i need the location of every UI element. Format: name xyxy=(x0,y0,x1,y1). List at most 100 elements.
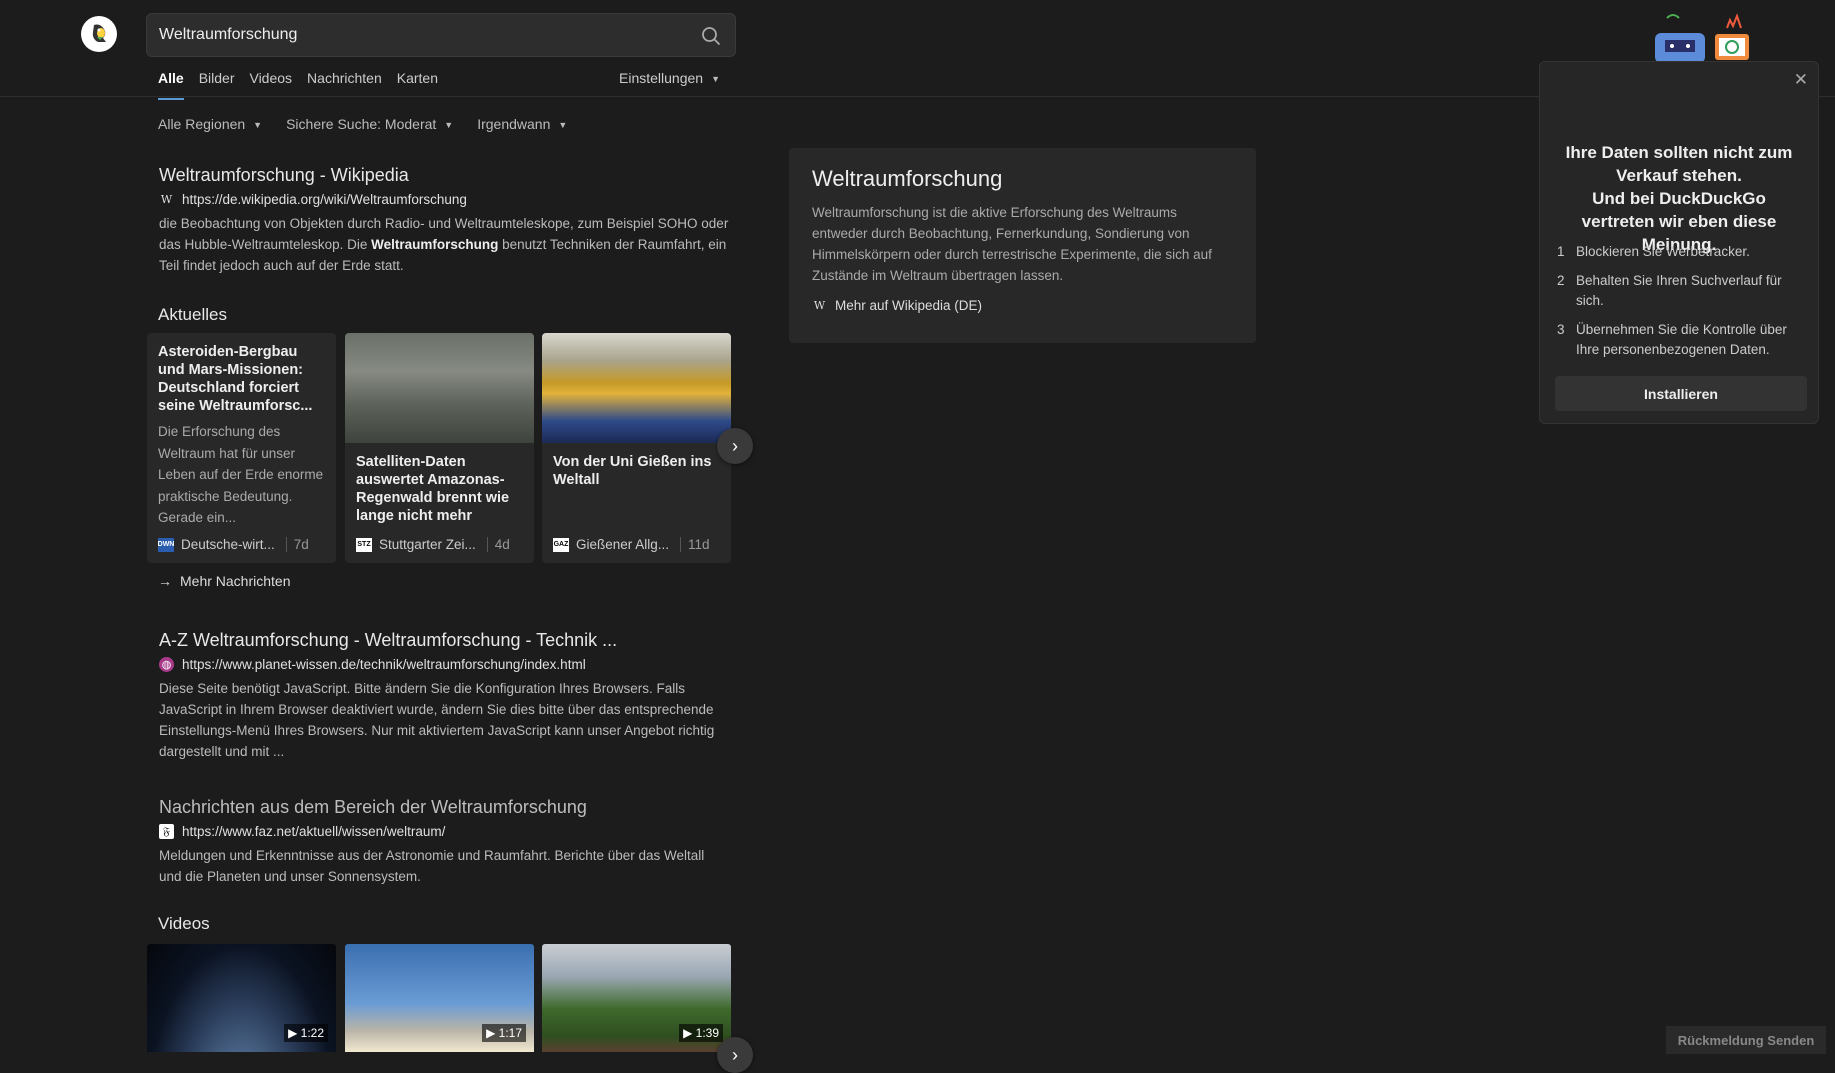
news-age: 4d xyxy=(486,537,510,552)
result-url-text: https://www.planet-wissen.de/technik/wel… xyxy=(182,657,586,672)
promo-panel: ✕ Ihre Daten sollten nicht zum Verkauf s… xyxy=(1539,61,1819,424)
news-title: Von der Uni Gießen ins Weltall xyxy=(553,454,712,488)
videos-next-arrow-icon[interactable]: › xyxy=(717,1037,753,1073)
promo-title-line: Ihre Daten sollten nicht zum Verkauf ste… xyxy=(1565,143,1793,185)
video-card[interactable]: ▶ 1:17 xyxy=(345,944,534,1052)
news-card[interactable]: Asteroiden-Bergbau und Mars-Missionen: D… xyxy=(147,333,336,563)
news-thumbnail xyxy=(542,333,731,443)
region-filter[interactable]: Alle Regionen ▼ xyxy=(158,116,262,132)
promo-item-text: Blockieren Sie Werbetracker. xyxy=(1576,244,1750,259)
search-result: A-Z Weltraumforschung - Weltraumforschun… xyxy=(159,630,729,762)
safe-search-label: Sichere Suche: Moderat xyxy=(286,116,437,132)
video-duration-text: 1:39 xyxy=(695,1026,719,1040)
news-next-arrow-icon[interactable]: › xyxy=(717,428,753,464)
search-tabs: Alle Bilder Videos Nachrichten Karten xyxy=(158,70,438,100)
promo-list: 1 Blockieren Sie Werbetracker. 2 Behalten … xyxy=(1557,242,1807,369)
news-heading: Aktuelles xyxy=(158,305,227,324)
caret-down-icon: ▼ xyxy=(558,120,568,131)
knowledge-snippet: Weltraumforschung ist die aktive Erforsc… xyxy=(812,205,1212,283)
source-logo-icon: GAZ xyxy=(553,537,569,552)
promo-item-text: Übernehmen Sie die Kontrolle über Ihre p… xyxy=(1576,322,1787,357)
video-duration: ▶ 1:22 xyxy=(284,1024,328,1042)
video-duration: ▶ 1:39 xyxy=(679,1024,723,1042)
search-input[interactable]: Weltraumforschung xyxy=(159,26,297,44)
tab-videos[interactable]: Videos xyxy=(249,70,292,100)
result-title-link[interactable]: Nachrichten aus dem Bereich der Weltraum… xyxy=(159,797,729,818)
video-card[interactable]: ▶ 1:39 xyxy=(542,944,731,1052)
wikipedia-icon: W xyxy=(813,299,826,312)
search-box[interactable]: Weltraumforschung xyxy=(146,13,736,57)
promo-list-item: 1 Blockieren Sie Werbetracker. xyxy=(1557,242,1807,262)
close-icon[interactable]: ✕ xyxy=(1794,70,1808,90)
time-filter[interactable]: Irgendwann ▼ xyxy=(477,116,567,132)
caret-down-icon: ▼ xyxy=(253,120,263,131)
safe-search-filter[interactable]: Sichere Suche: Moderat ▼ xyxy=(286,116,453,132)
more-news-label: Mehr Nachrichten xyxy=(180,573,291,589)
wikipedia-icon: W xyxy=(160,193,173,206)
video-duration: ▶ 1:17 xyxy=(482,1024,526,1042)
caret-down-icon: ▼ xyxy=(711,74,720,85)
install-button[interactable]: Installieren xyxy=(1555,376,1807,411)
settings-dropdown[interactable]: Einstellungen ▼ xyxy=(619,70,720,86)
tab-bilder[interactable]: Bilder xyxy=(199,70,235,100)
news-source: GAZ Gießener Allg... 11d xyxy=(553,537,710,552)
news-source-name: Stuttgarter Zei... xyxy=(379,537,476,552)
result-title-link[interactable]: Weltraumforschung - Wikipedia xyxy=(159,165,729,186)
duckduckgo-logo[interactable] xyxy=(81,16,117,52)
result-url[interactable]: ◍ https://www.planet-wissen.de/technik/w… xyxy=(159,657,729,672)
source-logo-icon: DWN xyxy=(158,537,174,552)
region-filter-label: Alle Regionen xyxy=(158,116,246,132)
news-thumbnail xyxy=(345,333,534,443)
result-url[interactable]: W https://de.wikipedia.org/wiki/Weltraum… xyxy=(159,192,729,207)
news-title: Satelliten-Daten auswertet Amazonas-Rege… xyxy=(356,454,510,524)
videos-heading: Videos xyxy=(158,914,210,933)
search-result: Weltraumforschung - Wikipedia W https://… xyxy=(159,165,729,276)
news-source: STZ Stuttgarter Zei... 4d xyxy=(356,537,510,552)
caret-down-icon: ▼ xyxy=(444,120,454,131)
tab-alle[interactable]: Alle xyxy=(158,70,184,100)
news-source-name: Deutsche-wirt... xyxy=(181,537,275,552)
source-logo-icon: STZ xyxy=(356,537,372,552)
duck-icon xyxy=(85,20,113,48)
knowledge-panel: Weltraumforschung Weltraumforschung ist … xyxy=(789,148,1256,343)
settings-label: Einstellungen xyxy=(619,70,704,86)
knowledge-more-label: Mehr auf Wikipedia (DE) xyxy=(835,298,983,313)
promo-title: Ihre Daten sollten nicht zum Verkauf ste… xyxy=(1540,141,1818,256)
promo-item-number: 1 xyxy=(1557,244,1565,259)
tab-karten[interactable]: Karten xyxy=(397,70,438,100)
filter-bar: Alle Regionen ▼ Sichere Suche: Moderat ▼ I… xyxy=(158,116,567,132)
play-icon: ▶ xyxy=(683,1026,696,1040)
news-age: 11d xyxy=(680,537,710,552)
result-snippet: Diese Seite benötigt JavaScript. Bitte ä… xyxy=(159,681,715,759)
search-result: Nachrichten aus dem Bereich der Weltraum… xyxy=(159,797,729,887)
video-duration-text: 1:17 xyxy=(498,1026,522,1040)
result-snippet: Meldungen und Erkenntnisse aus der Astro… xyxy=(159,848,705,884)
faz-icon: 𝔉 xyxy=(159,824,174,839)
search-icon[interactable] xyxy=(701,26,721,51)
tab-nachrichten[interactable]: Nachrichten xyxy=(307,70,382,100)
video-card[interactable]: ▶ 1:22 xyxy=(147,944,336,1052)
news-source: DWN Deutsche-wirt... 7d xyxy=(158,537,309,552)
promo-item-number: 3 xyxy=(1557,322,1565,337)
arrow-right-icon: → xyxy=(158,573,172,589)
more-news-link[interactable]: → Mehr Nachrichten xyxy=(158,573,291,589)
play-icon: ▶ xyxy=(486,1026,499,1040)
video-duration-text: 1:22 xyxy=(300,1026,324,1040)
planet-wissen-icon: ◍ xyxy=(159,657,174,672)
result-url-text: https://de.wikipedia.org/wiki/Weltraumfo… xyxy=(182,192,467,207)
play-icon: ▶ xyxy=(288,1026,301,1040)
news-age: 7d xyxy=(285,537,309,552)
news-title: Asteroiden-Bergbau und Mars-Missionen: D… xyxy=(158,344,313,414)
promo-item-text: Behalten Sie Ihren Suchverlauf für sich. xyxy=(1576,273,1782,308)
news-source-name: Gießener Allg... xyxy=(576,537,670,552)
news-card[interactable]: Von der Uni Gießen ins Weltall GAZ Gieße… xyxy=(542,333,731,563)
knowledge-more-link[interactable]: W Mehr auf Wikipedia (DE) xyxy=(812,298,1233,313)
promo-list-item: 2 Behalten Sie Ihren Suchverlauf für sich… xyxy=(1557,271,1807,311)
time-filter-label: Irgendwann xyxy=(477,116,551,132)
news-card[interactable]: Satelliten-Daten auswertet Amazonas-Rege… xyxy=(345,333,534,563)
result-url[interactable]: 𝔉 https://www.faz.net/aktuell/wissen/wel… xyxy=(159,824,729,839)
knowledge-title: Weltraumforschung xyxy=(812,166,1003,191)
result-title-link[interactable]: A-Z Weltraumforschung - Weltraumforschun… xyxy=(159,630,729,651)
result-url-text: https://www.faz.net/aktuell/wissen/weltr… xyxy=(182,824,446,839)
feedback-button[interactable]: Rückmeldung Senden xyxy=(1666,1026,1826,1054)
